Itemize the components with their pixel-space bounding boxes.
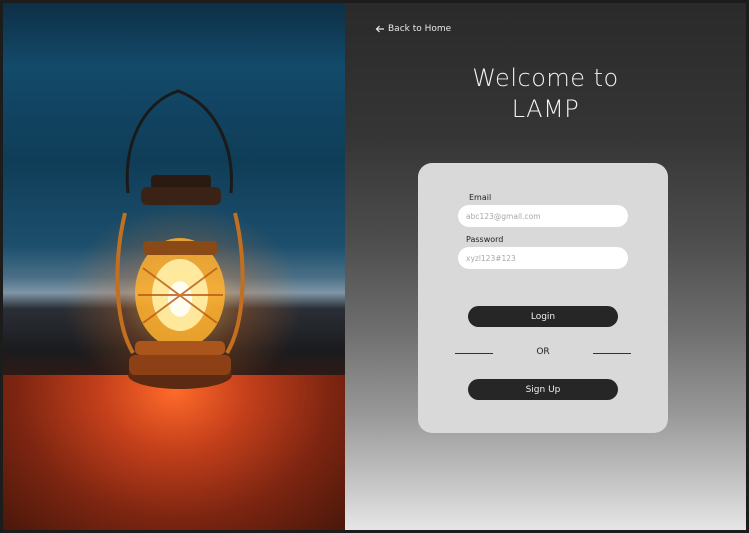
- page-title-line1: Welcome to: [472, 64, 619, 92]
- login-card: Email Password Login OR Sign Up: [418, 163, 668, 433]
- login-panel: Back to Home Welcome to LAMP Email Passw…: [345, 3, 746, 530]
- login-button[interactable]: Login: [468, 306, 618, 327]
- back-to-home-label: Back to Home: [388, 24, 452, 34]
- sign-up-button[interactable]: Sign Up: [468, 379, 618, 400]
- arrow-left-icon: [375, 25, 384, 33]
- lantern-photo: [3, 3, 345, 530]
- divider-line-right: [593, 353, 631, 354]
- or-divider: OR: [455, 347, 631, 359]
- email-label: Email: [469, 193, 492, 202]
- page-title-line2: LAMP: [511, 95, 580, 123]
- back-to-home-link[interactable]: Back to Home: [375, 24, 451, 34]
- page-title: Welcome to LAMP: [345, 63, 746, 125]
- email-field[interactable]: [458, 205, 628, 227]
- password-label: Password: [466, 235, 504, 244]
- password-field[interactable]: [458, 247, 628, 269]
- app-window: Back to Home Welcome to LAMP Email Passw…: [3, 3, 746, 530]
- or-label: OR: [536, 347, 550, 357]
- lantern-illustration: [115, 89, 245, 389]
